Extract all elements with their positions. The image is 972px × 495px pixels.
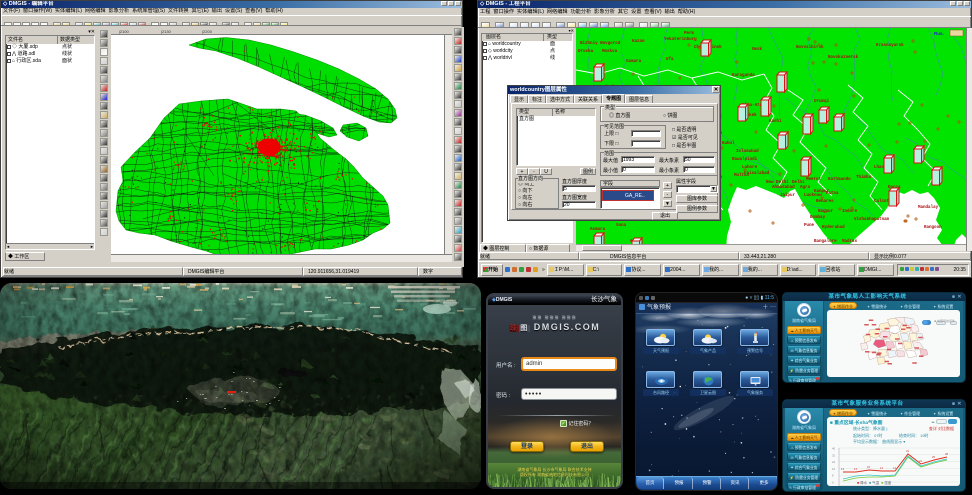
svg-text:Nagpur: Nagpur	[818, 210, 834, 214]
svg-text:15: 15	[867, 465, 871, 469]
svg-text:Karaganda: Karaganda	[732, 73, 755, 78]
svg-text:21: 21	[919, 459, 923, 463]
svg-text:14: 14	[893, 466, 897, 470]
svg-text:Yekaterinburg: Yekaterinburg	[664, 37, 697, 42]
svg-text:Pune: Pune	[804, 224, 815, 228]
svg-text:Agra: Agra	[800, 186, 811, 190]
svg-text:Faisalabad: Faisalabad	[744, 171, 770, 176]
svg-text:Moskva: Moskva	[602, 49, 618, 54]
svg-text:13: 13	[854, 467, 858, 471]
svg-text:8: 8	[832, 474, 834, 478]
svg-text:Drusba: Drusba	[578, 49, 594, 54]
svg-text:Omsk: Omsk	[752, 47, 763, 52]
svg-text:Islamabad: Islamabad	[736, 149, 759, 154]
svg-text:Rus.: Rus.	[934, 31, 944, 36]
svg-text:24: 24	[832, 460, 836, 464]
svg-text:Samara: Samara	[626, 60, 642, 64]
svg-text:14: 14	[880, 466, 884, 470]
svg-text:Benares: Benares	[816, 200, 834, 204]
svg-text:Jaipur: Jaipur	[780, 193, 796, 198]
svg-text:0: 0	[832, 481, 834, 485]
svg-text:Bombay: Bombay	[810, 215, 826, 220]
svg-text:Kashi: Kashi	[769, 119, 782, 124]
svg-text:Patna: Patna	[826, 192, 839, 196]
svg-text:Vishakhapatnam: Vishakhapatnam	[854, 217, 890, 222]
svg-text:Hyderabad: Hyderabad	[822, 225, 845, 230]
svg-text:Kathmandu: Kathmandu	[828, 177, 851, 182]
svg-text:Rawalpindi: Rawalpindi	[732, 157, 758, 162]
svg-text:Asmara: Asmara	[590, 228, 606, 232]
svg-text:Urumqi: Urumqi	[814, 99, 830, 104]
svg-text:25: 25	[932, 455, 936, 459]
svg-text:28: 28	[945, 452, 949, 456]
svg-text:16: 16	[832, 467, 836, 471]
svg-text:Delhi: Delhi	[792, 180, 805, 185]
svg-text:Sana: Sana	[616, 224, 627, 228]
svg-text:Ufa: Ufa	[666, 57, 674, 62]
svg-text:Perm: Perm	[684, 32, 695, 36]
svg-text:Ahmadabad: Ahmadabad	[772, 185, 795, 190]
svg-text:13: 13	[841, 467, 845, 471]
svg-text:Novokuznetsk: Novokuznetsk	[828, 55, 859, 60]
svg-text:32: 32	[832, 453, 836, 457]
svg-text:Rangoon: Rangoon	[924, 226, 942, 230]
svg-text:31: 31	[906, 449, 910, 453]
svg-text:Thimbu: Thimbu	[856, 175, 872, 180]
svg-text:New Delhi: New Delhi	[766, 180, 789, 185]
svg-text:Nizhniy Novgorod: Nizhniy Novgorod	[580, 41, 621, 46]
svg-text:Meerut: Meerut	[806, 178, 822, 182]
svg-text:Kabul: Kabul	[722, 141, 735, 146]
svg-text:Mandalay: Mandalay	[918, 205, 939, 210]
svg-text:Lucknow: Lucknow	[804, 193, 822, 198]
svg-text:Krasnoyarsk: Krasnoyarsk	[876, 43, 904, 48]
svg-text:Indore: Indore	[842, 209, 858, 214]
svg-text:Kazan: Kazan	[632, 40, 645, 44]
svg-text:40: 40	[832, 447, 836, 451]
